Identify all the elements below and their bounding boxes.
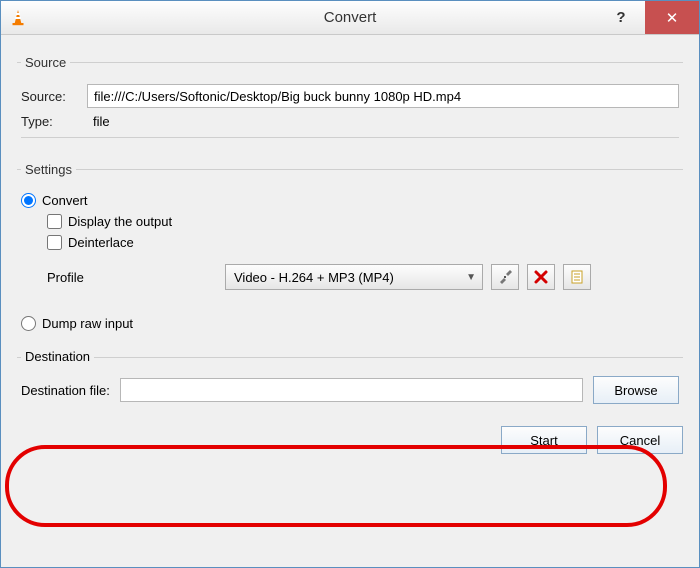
window-title: Convert [1, 9, 699, 26]
annotation-highlight [5, 445, 667, 527]
document-icon [569, 269, 585, 285]
delete-profile-button[interactable] [527, 264, 555, 290]
destination-legend: Destination [21, 349, 94, 364]
settings-legend: Settings [21, 162, 76, 177]
vlc-cone-icon [9, 9, 27, 27]
source-row: Source: [21, 84, 679, 108]
window-controls: ? ✕ [597, 1, 699, 34]
dump-radio-label: Dump raw input [42, 316, 133, 331]
type-row: Type: file [21, 112, 679, 131]
close-button[interactable]: ✕ [645, 1, 699, 34]
settings-group: Settings Convert Display the output Dein… [17, 162, 683, 343]
source-legend: Source [21, 55, 70, 70]
profile-row: Profile Video - H.264 + MP3 (MP4) ▼ [47, 264, 679, 290]
source-input[interactable] [87, 84, 679, 108]
wrench-icon [497, 269, 513, 285]
destination-file-label: Destination file: [21, 383, 110, 398]
x-icon [533, 269, 549, 285]
source-label: Source: [21, 89, 87, 104]
divider [21, 137, 679, 138]
convert-radio-label: Convert [42, 193, 88, 208]
new-profile-button[interactable] [563, 264, 591, 290]
profile-dropdown[interactable]: Video - H.264 + MP3 (MP4) ▼ [225, 264, 483, 290]
destination-group: Destination Destination file: Browse [17, 357, 683, 418]
source-group: Source Source: Type: file [17, 55, 683, 144]
convert-dialog: Convert ? ✕ Source Source: Type: file Se… [0, 0, 700, 568]
dialog-footer: Start Cancel [17, 418, 683, 454]
convert-radio-input[interactable] [21, 193, 36, 208]
type-label: Type: [21, 114, 87, 129]
dump-radio[interactable]: Dump raw input [21, 316, 679, 331]
start-button[interactable]: Start [501, 426, 587, 454]
profile-value: Video - H.264 + MP3 (MP4) [234, 270, 394, 285]
deinterlace-input[interactable] [47, 235, 62, 250]
cancel-button[interactable]: Cancel [597, 426, 683, 454]
edit-profile-button[interactable] [491, 264, 519, 290]
type-value: file [87, 112, 116, 131]
deinterlace-label: Deinterlace [68, 235, 134, 250]
convert-radio[interactable]: Convert [21, 193, 679, 208]
titlebar: Convert ? ✕ [1, 1, 699, 35]
dialog-body: Source Source: Type: file Settings Conve… [1, 35, 699, 567]
browse-button[interactable]: Browse [593, 376, 679, 404]
dump-radio-input[interactable] [21, 316, 36, 331]
profile-label: Profile [47, 270, 217, 285]
display-output-checkbox[interactable]: Display the output [47, 214, 679, 229]
destination-file-input[interactable] [120, 378, 583, 402]
display-output-label: Display the output [68, 214, 172, 229]
help-button[interactable]: ? [597, 1, 645, 34]
display-output-input[interactable] [47, 214, 62, 229]
deinterlace-checkbox[interactable]: Deinterlace [47, 235, 679, 250]
chevron-down-icon: ▼ [466, 272, 476, 283]
destination-row: Destination file: Browse [21, 376, 679, 404]
